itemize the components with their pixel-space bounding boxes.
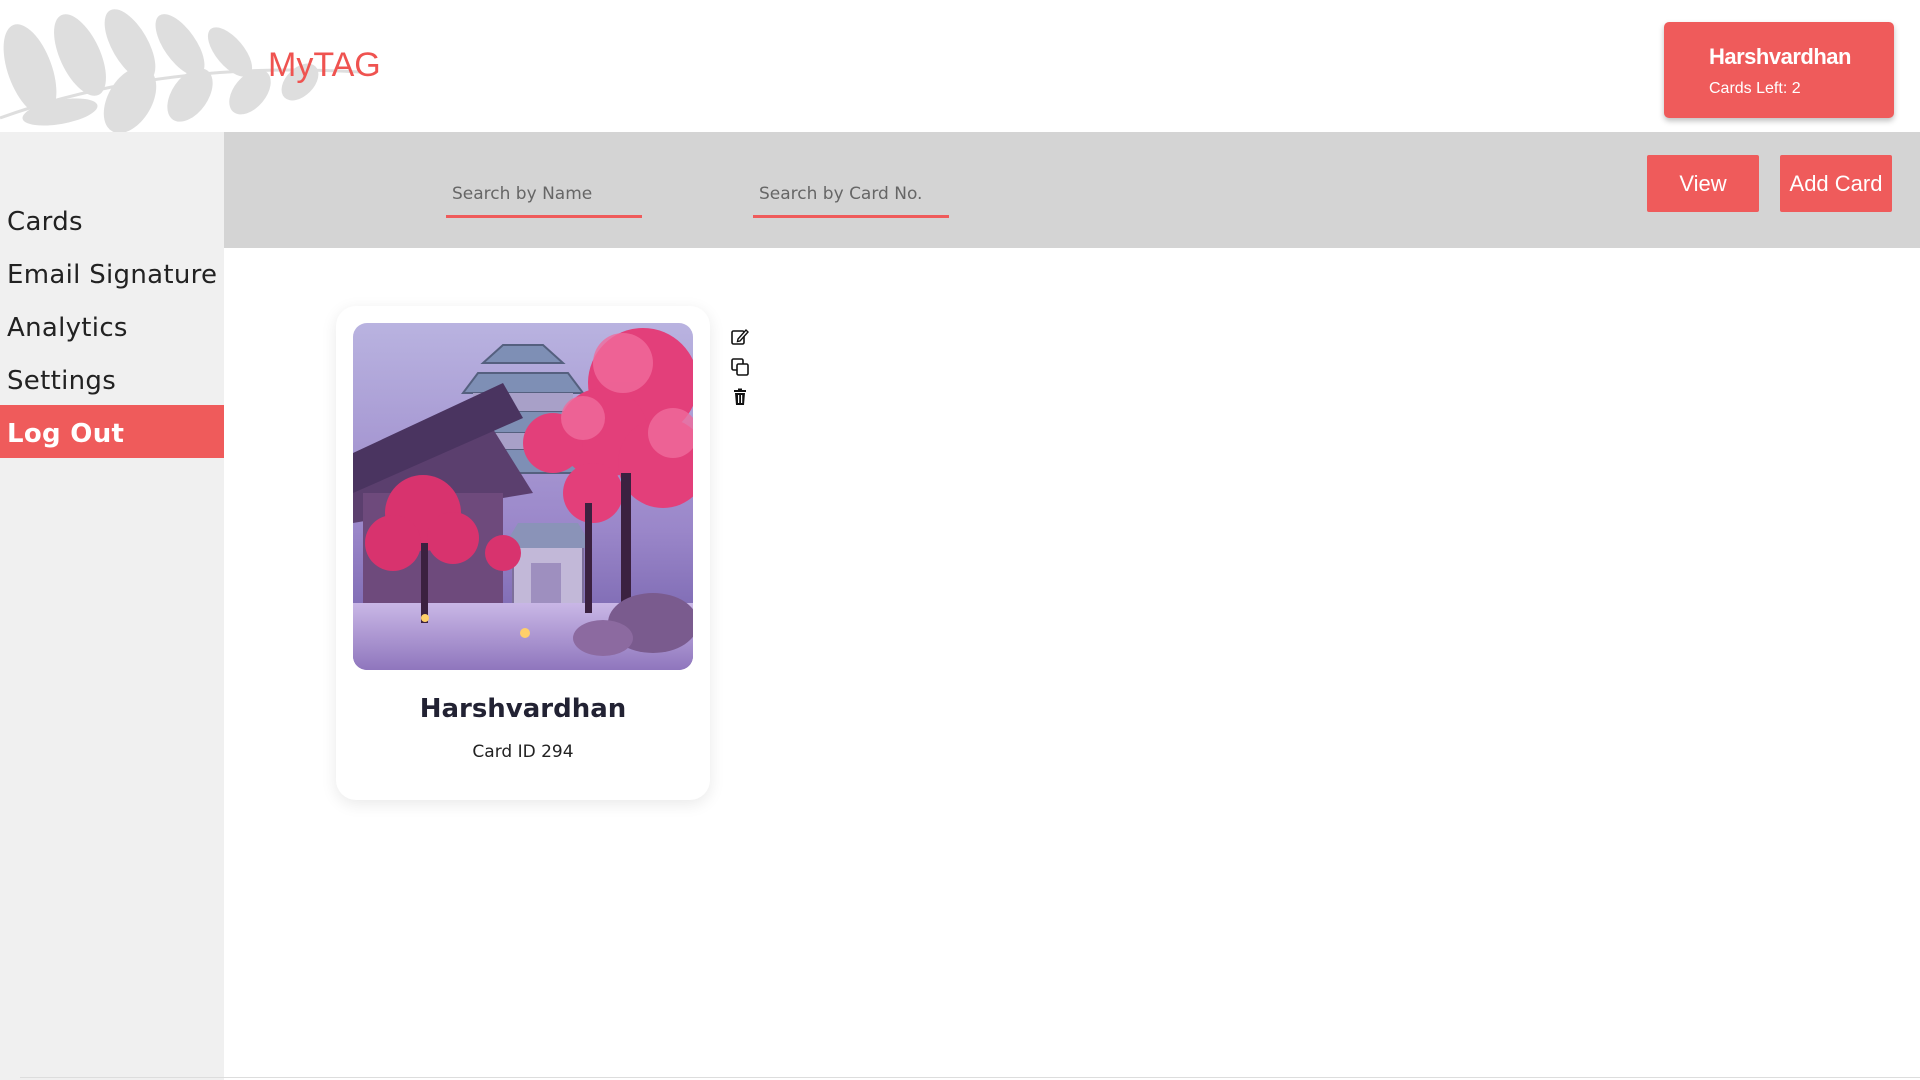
sidebar-item-cards[interactable]: Cards	[0, 193, 224, 246]
sidebar-item-email-signature[interactable]: Email Signature	[0, 246, 224, 299]
brand-logo[interactable]: MyTAG	[268, 46, 381, 85]
divider	[20, 1077, 1920, 1078]
search-by-name-input[interactable]	[446, 172, 642, 218]
cards-left-count: Cards Left: 2	[1709, 80, 1801, 97]
toolbar: View Add Card	[224, 132, 1920, 248]
search-by-card-input[interactable]	[753, 172, 949, 218]
view-button[interactable]: View	[1647, 155, 1759, 212]
card-holder-name: Harshvardhan	[419, 694, 627, 724]
card-tile[interactable]: Harshvardhan Card ID 294	[336, 306, 710, 800]
header: MyTAG Harshvardhan Cards Left: 2	[0, 0, 1920, 132]
edit-icon[interactable]	[730, 327, 750, 347]
sidebar-item-analytics[interactable]: Analytics	[0, 299, 224, 352]
trash-icon[interactable]	[730, 387, 750, 407]
sidebar-item-log-out[interactable]: Log Out	[0, 405, 224, 458]
user-badge[interactable]: Harshvardhan Cards Left: 2	[1664, 22, 1894, 118]
copy-icon[interactable]	[730, 357, 750, 377]
sidebar-item-settings[interactable]: Settings	[0, 352, 224, 405]
card-id: Card ID 294	[472, 742, 574, 762]
sidebar: Cards Email Signature Analytics Settings…	[0, 132, 224, 1080]
card-image[interactable]	[353, 323, 693, 670]
add-card-button[interactable]: Add Card	[1780, 155, 1892, 212]
user-name: Harshvardhan	[1709, 44, 1851, 69]
